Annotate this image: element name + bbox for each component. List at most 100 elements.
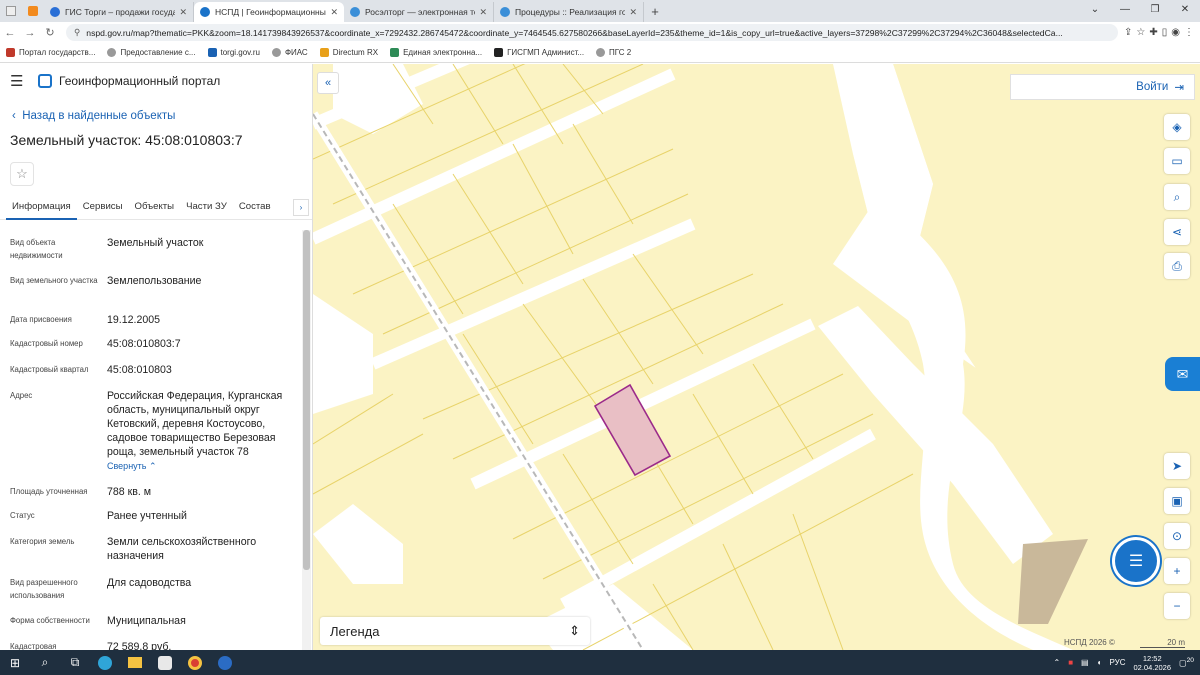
back-arrow-icon[interactable]: ← (0, 27, 20, 39)
login-button[interactable]: Войти ⇥ (1010, 74, 1195, 100)
keyboard-language[interactable]: РУС (1109, 658, 1125, 667)
search-area-button[interactable]: ⌕ (1164, 184, 1190, 210)
window-controls: ⌄ — ❐ ✕ (1080, 0, 1200, 22)
notifications-icon[interactable]: ▢20 (1179, 657, 1194, 668)
scrollbar-thumb[interactable] (303, 230, 310, 570)
legend-dropdown[interactable]: Легенда ⇕ (320, 617, 590, 645)
bookmark-item[interactable]: ПГС 2 (596, 48, 631, 57)
volume-icon[interactable]: ◖ (1097, 658, 1102, 667)
zoom-in-button[interactable]: + (1164, 558, 1190, 584)
bookmark-item[interactable]: Directum RX (319, 48, 378, 57)
bookmark-item[interactable]: ГИСГМП Админист... (494, 48, 584, 57)
layers-button[interactable]: ◈ (1164, 114, 1190, 140)
share-button[interactable]: ⋖ (1164, 219, 1190, 245)
file-explorer-icon[interactable] (120, 650, 150, 675)
locate-button[interactable]: ⊙ (1164, 523, 1190, 549)
geolocation-button[interactable]: ➤ (1164, 453, 1190, 479)
tab-information[interactable]: Информация (6, 194, 77, 220)
site-info-icon[interactable]: ⚲ (74, 27, 80, 38)
bookmark-item[interactable]: torgi.gov.ru (207, 48, 260, 57)
pinned-tab-icon[interactable] (22, 0, 44, 22)
measure-button[interactable]: ▭ (1164, 148, 1190, 174)
edge-browser-icon[interactable] (90, 650, 120, 675)
tab-site-icon (50, 7, 60, 17)
search-area-icon: ⌕ (1173, 189, 1181, 204)
browser-tab-active[interactable]: НСПД | Геоинформационный п ✕ (194, 2, 344, 22)
url-input[interactable]: ⚲ nspd.gov.ru/map?thematic=PKK&zoom=18.14… (66, 24, 1118, 41)
address-bar: ← → ↻ ⚲ nspd.gov.ru/map?thematic=PKK&zoom… (0, 22, 1200, 43)
os-taskbar: ⊞ ⌕ ⧉ ⌃ ■ ▤ ◖ РУС 12:52 02.04.2026 ▢20 (0, 650, 1200, 675)
bookmark-item[interactable]: ФИАС (271, 48, 308, 57)
reload-icon[interactable]: ↻ (40, 26, 60, 39)
locate-icon: ⊙ (1171, 529, 1183, 543)
portal-header: ☰ Геоинформационный портал (0, 64, 312, 98)
globe-icon (271, 48, 281, 57)
eis-icon (390, 48, 400, 57)
tab-services[interactable]: Сервисы (77, 194, 129, 220)
double-chevron-left-icon: « (324, 77, 332, 89)
profile-icon[interactable]: ◉ (1171, 27, 1180, 38)
app-icon[interactable] (150, 650, 180, 675)
minimize-icon[interactable]: — (1110, 0, 1140, 22)
chevron-right-icon[interactable]: › (293, 199, 309, 216)
sidebar-icon[interactable]: ▯ (1162, 27, 1168, 38)
share-icon[interactable]: ⇪ (1124, 27, 1132, 38)
chevron-up-icon: ⌃ (149, 461, 157, 471)
info-tabs: Информация Сервисы Объекты Части ЗУ Сост… (0, 194, 312, 220)
antivirus-icon[interactable]: ■ (1068, 658, 1073, 667)
browser-tab[interactable]: ГИС Торги – продажи государст✕ (44, 2, 194, 22)
maximize-icon[interactable]: ❐ (1140, 0, 1170, 22)
bookmark-star-icon[interactable]: ☆ (1136, 27, 1145, 38)
close-icon[interactable]: ✕ (179, 7, 187, 18)
forward-arrow-icon[interactable]: → (20, 27, 40, 39)
bookmark-item[interactable]: Единая электронна... (390, 48, 482, 57)
yandex-icon[interactable] (210, 650, 240, 675)
extensions-icon[interactable]: ✚ (1149, 27, 1157, 38)
menu-icon[interactable]: ☰ (10, 72, 32, 90)
clock[interactable]: 12:52 02.04.2026 (1133, 654, 1171, 672)
browser-tab[interactable]: Росэлторг — электронная торго✕ (344, 2, 494, 22)
basemap-button[interactable]: ▣ (1164, 488, 1190, 514)
tab-objects[interactable]: Объекты (129, 194, 181, 220)
support-chat-button[interactable]: ☰ (1112, 537, 1160, 585)
tab-strip-icon[interactable] (0, 0, 22, 22)
chrome-icon[interactable] (180, 650, 210, 675)
browser-tab[interactable]: Процедуры :: Реализация госи ✕ (494, 2, 644, 22)
plus-icon: + (1173, 564, 1181, 578)
menu-dots-icon[interactable]: ⋮ (1184, 27, 1194, 38)
chevron-down-icon[interactable]: ⌄ (1080, 0, 1110, 22)
close-window-icon[interactable]: ✕ (1170, 0, 1200, 22)
collapse-link[interactable]: Свернуть ⌃ (107, 461, 157, 471)
new-tab-button[interactable]: + (644, 2, 666, 22)
share-icon: ⋖ (1171, 225, 1183, 239)
close-icon[interactable]: ✕ (629, 7, 637, 18)
zoom-out-button[interactable]: − (1164, 593, 1190, 619)
network-icon[interactable]: ▤ (1081, 658, 1089, 667)
map-canvas[interactable] (313, 64, 1200, 650)
search-icon[interactable]: ⌕ (30, 650, 60, 675)
bookmark-item[interactable]: Портал государств... (6, 48, 95, 57)
bookmarks-bar: Портал государств... Предоставление с...… (0, 43, 1200, 63)
task-view-icon[interactable]: ⧉ (60, 650, 90, 675)
collapse-panel-button[interactable]: « (317, 72, 339, 94)
external-service-button[interactable]: ✉ (1165, 357, 1200, 391)
bookmark-item[interactable]: Предоставление с... (107, 48, 196, 57)
close-icon[interactable]: ✕ (330, 7, 338, 18)
tab-parts[interactable]: Части ЗУ (180, 194, 233, 220)
object-title: Земельный участок: 45:08:010803:7 (10, 132, 243, 148)
back-to-results-link[interactable]: ‹ Назад в найденные объекты (12, 110, 312, 122)
panel-scrollbar[interactable] (302, 230, 311, 650)
chat-icon: ☰ (1128, 553, 1144, 570)
basemap-icon: ▣ (1171, 494, 1183, 508)
ruler-icon: ▭ (1171, 154, 1183, 168)
tab-composition[interactable]: Состав (233, 194, 277, 220)
print-button[interactable]: ⎙ (1164, 253, 1190, 279)
scale-bar: 20 m (1140, 638, 1185, 648)
star-icon: ☆ (16, 166, 28, 181)
close-icon[interactable]: ✕ (479, 7, 487, 18)
chevron-up-icon[interactable]: ⌃ (1054, 658, 1061, 667)
windows-start-icon[interactable]: ⊞ (0, 650, 30, 675)
flag-icon (6, 48, 15, 57)
globe-icon (596, 48, 606, 57)
favorite-star-button[interactable]: ☆ (10, 162, 34, 186)
